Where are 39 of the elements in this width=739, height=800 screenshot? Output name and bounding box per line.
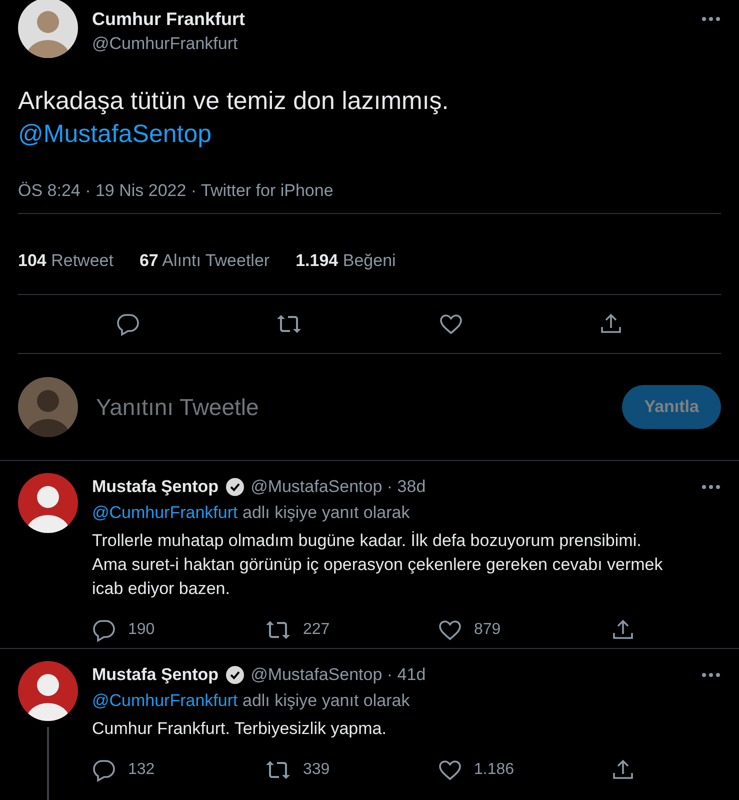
reply-icon[interactable] [116, 312, 140, 336]
more-icon[interactable] [701, 484, 721, 490]
tweet-meta: ÖS 8:24 · 19 Nis 2022 · Twitter for iPhone [18, 181, 334, 201]
heart-icon[interactable] [438, 758, 462, 782]
user-handle[interactable]: @CumhurFrankfurt [92, 34, 245, 54]
more-icon[interactable] [701, 672, 721, 678]
mention-link[interactable]: @CumhurFrankfurt [92, 503, 238, 522]
user-handle[interactable]: @MustafaSentop · 38d [250, 475, 426, 499]
reply-context: @CumhurFrankfurt adlı kişiye yanıt olarak [92, 502, 411, 524]
tweet-text: Arkadaşa tütün ve temiz don lazımmış. [18, 86, 450, 117]
like-count: 879 [474, 620, 501, 640]
reply-count: 190 [128, 620, 155, 640]
user-name[interactable]: Mustafa Şentop [92, 663, 219, 687]
reply-icon[interactable] [92, 758, 116, 782]
more-icon[interactable] [701, 16, 721, 22]
user-name[interactable]: Mustafa Şentop [92, 475, 219, 499]
retweet-count: 227 [303, 620, 330, 640]
heart-icon[interactable] [438, 618, 462, 642]
tweet-text: Trollerle muhatap olmadım bugüne kadar. İlk defa bozuyorum prensibimi. Ama suret-i haktan görünüp iç operasyon çekenlere gereken cevabı vermek icab ediyor bazen. [92, 530, 664, 600]
retweet-icon[interactable] [265, 758, 291, 782]
retweet-icon[interactable] [276, 312, 302, 336]
stat-link[interactable]: 1.194 Beğeni [296, 251, 396, 271]
stat-link[interactable]: 67 Alıntı Tweetler [139, 251, 270, 271]
heart-icon[interactable] [438, 312, 463, 336]
tweet-text: Cumhur Frankfurt. Terbiyesizlik yapma. [92, 718, 388, 740]
mention-link[interactable]: @MustafaSentop [18, 118, 721, 151]
reply-context: @CumhurFrankfurt adlı kişiye yanıt olarak [92, 690, 411, 712]
reply-count: 132 [128, 760, 155, 780]
retweet-icon[interactable] [265, 618, 291, 642]
reply-icon[interactable] [92, 618, 116, 642]
share-icon[interactable] [598, 312, 623, 336]
retweet-count: 339 [303, 760, 330, 780]
user-handle[interactable]: @MustafaSentop · 41d [250, 663, 426, 687]
stat-link[interactable]: 104 Retweet [18, 251, 114, 271]
share-icon[interactable] [611, 758, 635, 782]
mention-link[interactable]: @CumhurFrankfurt [92, 691, 238, 710]
share-icon[interactable] [611, 618, 635, 642]
like-count: 1.186 [474, 760, 514, 780]
user-name[interactable]: Cumhur Frankfurt [92, 8, 245, 30]
